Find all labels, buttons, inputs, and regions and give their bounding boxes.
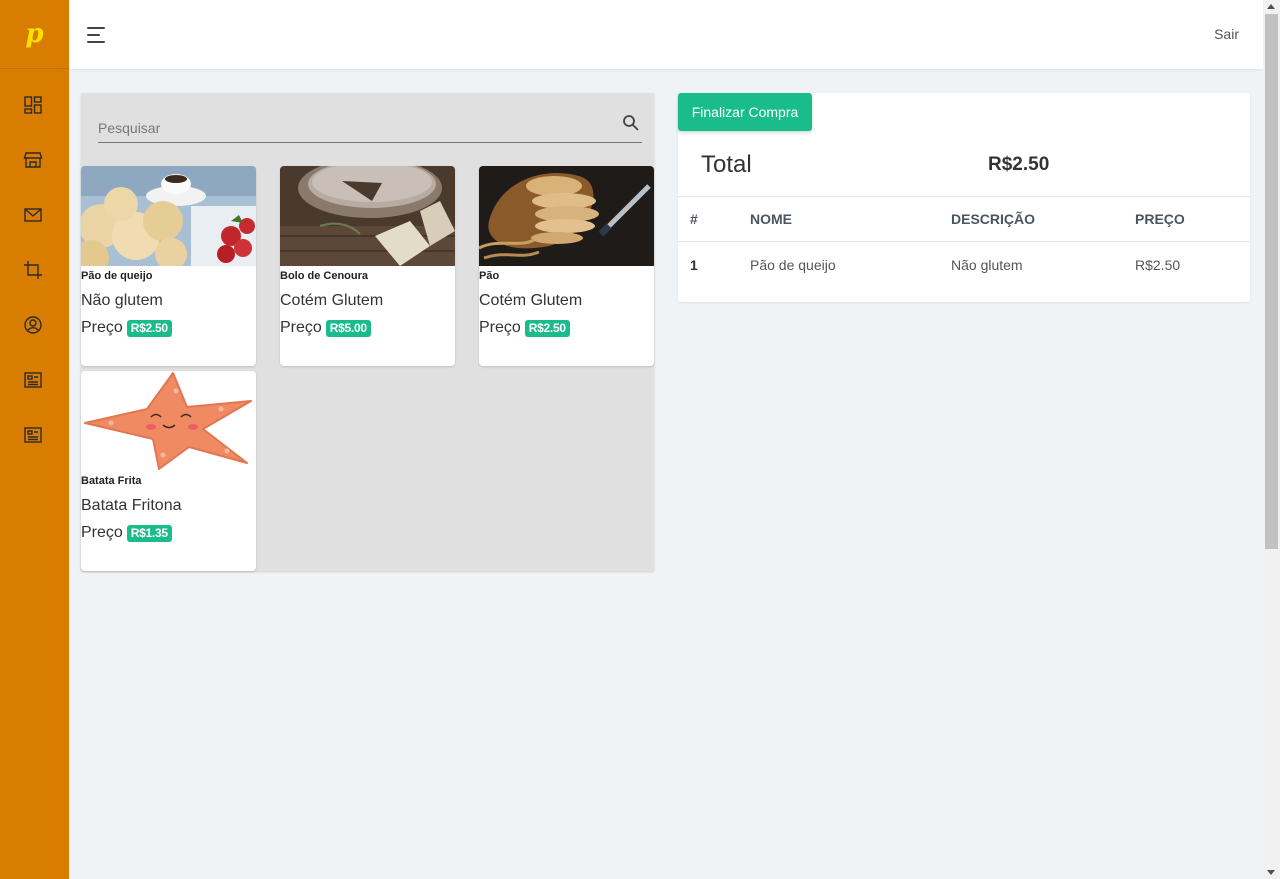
search-input[interactable] (98, 114, 618, 142)
product-description: Não glutem (81, 292, 163, 309)
product-card-pao-de-queijo[interactable]: Pão de queijo Não glutem Preço R$2.50 (81, 166, 256, 366)
price-label: Preço (280, 319, 322, 336)
price-label: Preço (81, 524, 123, 541)
search-icon[interactable] (622, 114, 640, 132)
product-card-pao[interactable]: Pão Cotém Glutem Preço R$2.50 (479, 166, 654, 366)
logo-letter: p (25, 19, 44, 49)
product-price-row: Preço R$2.50 (81, 319, 256, 337)
divider (678, 241, 1250, 242)
account-circle-icon[interactable] (23, 315, 43, 335)
divider (678, 196, 1250, 197)
scroll-up-arrow-icon[interactable] (1267, 4, 1275, 9)
price-badge: R$1.35 (126, 524, 172, 542)
total-label: Total (701, 151, 752, 178)
product-title: Pão de queijo (81, 270, 153, 282)
product-price-row: Preço R$5.00 (280, 319, 455, 337)
scroll-thumb[interactable] (1265, 14, 1278, 549)
column-header-description: DESCRIÇÃO (951, 211, 1036, 227)
column-header-number: # (690, 211, 698, 227)
product-image (479, 166, 654, 266)
column-header-name: NOME (750, 211, 792, 227)
crop-icon[interactable] (23, 260, 43, 280)
price-label: Preço (81, 319, 123, 336)
product-title: Bolo de Cenoura (280, 270, 369, 282)
price-badge: R$5.00 (325, 319, 371, 337)
row-description: Não glutem (951, 257, 1023, 273)
product-description: Cotém Glutem (280, 292, 384, 309)
product-price-row: Preço R$2.50 (479, 319, 654, 337)
product-description: Batata Fritona (81, 497, 182, 514)
row-number: 1 (690, 257, 698, 273)
column-header-price: PREÇO (1135, 211, 1185, 227)
checkout-button[interactable]: Finalizar Compra (678, 93, 812, 131)
product-price-row: Preço R$1.35 (81, 524, 256, 542)
app-logo[interactable]: p (0, 0, 69, 69)
price-label: Preço (479, 319, 521, 336)
product-card-bolo-de-cenoura[interactable]: Bolo de Cenoura Cotém Glutem Preço R$5.0… (280, 166, 455, 366)
product-image (280, 166, 455, 266)
product-image (81, 371, 256, 471)
sidebar: p (0, 0, 69, 879)
row-price: R$2.50 (1135, 257, 1181, 273)
product-image (81, 166, 256, 266)
mail-icon[interactable] (23, 205, 43, 225)
logout-link[interactable]: Sair (1214, 26, 1239, 42)
price-badge: R$2.50 (524, 319, 570, 337)
total-value: R$2.50 (988, 154, 1050, 175)
product-description: Cotém Glutem (479, 292, 583, 309)
row-name: Pão de queijo (750, 257, 836, 273)
scroll-down-arrow-icon[interactable] (1267, 870, 1275, 875)
product-card-batata-frita[interactable]: Batata Frita Batata Fritona Preço R$1.35 (81, 371, 256, 571)
page-scrollbar[interactable] (1263, 0, 1280, 879)
product-title: Batata Frita (81, 475, 142, 487)
dashboard-icon[interactable] (23, 95, 43, 115)
list-alt-icon[interactable] (23, 370, 43, 390)
menu-toggle-icon[interactable] (87, 25, 109, 45)
price-badge: R$2.50 (126, 319, 172, 337)
product-title: Pão (479, 270, 500, 282)
store-icon[interactable] (23, 150, 43, 170)
search-underline (98, 142, 642, 143)
top-header: Sair (69, 0, 1263, 69)
list-alt-icon[interactable] (23, 425, 43, 445)
